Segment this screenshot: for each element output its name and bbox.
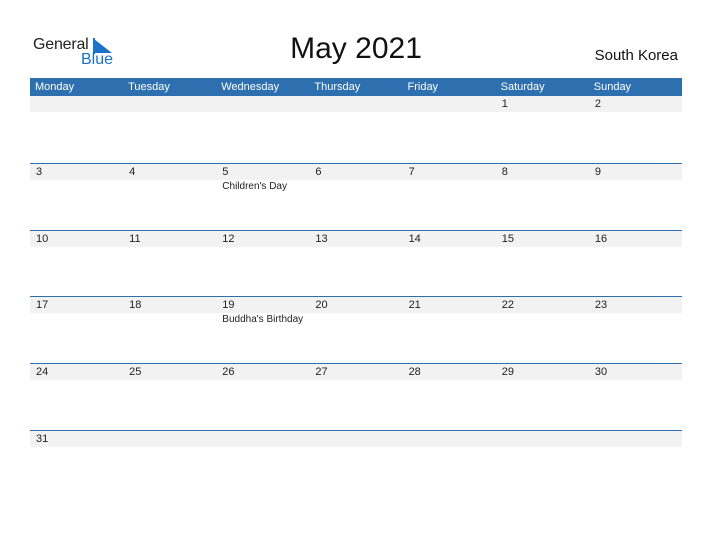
- day-cell: 11: [123, 231, 216, 298]
- day-cell: 1: [496, 96, 589, 163]
- day-number: 10: [36, 233, 49, 245]
- day-number: 12: [222, 233, 235, 245]
- day-number: 30: [594, 366, 608, 378]
- day-cell: 5 Children's Day: [216, 164, 309, 231]
- day-cell: 24: [30, 364, 123, 431]
- day-cell: 10: [30, 231, 123, 298]
- day-cell: [403, 96, 496, 163]
- day-cell: [403, 431, 496, 498]
- day-number: 2: [594, 98, 601, 110]
- day-number: 17: [36, 299, 49, 311]
- day-cell: [496, 431, 589, 498]
- day-cell: 21: [403, 297, 496, 364]
- weekday-sunday: Sunday: [593, 81, 632, 93]
- day-cell: 8: [496, 164, 589, 231]
- day-cell: 31: [30, 431, 123, 498]
- country-label: South Korea: [594, 47, 678, 64]
- day-number: 3: [36, 166, 43, 178]
- weekday-header: Monday Tuesday Wednesday Thursday Friday…: [30, 78, 682, 96]
- day-number: 25: [129, 366, 142, 378]
- day-number: 16: [594, 233, 608, 245]
- day-cell: [216, 431, 309, 498]
- day-cell: 9: [589, 164, 682, 231]
- week-row: 10 11 12 13 14 15 16: [30, 230, 682, 298]
- week-row: 17 18 19 Buddha's Birthday 20 21 22 23: [30, 296, 682, 364]
- day-cell: [309, 96, 402, 163]
- day-cell: 25: [123, 364, 216, 431]
- day-number: 22: [501, 299, 514, 311]
- day-number: 24: [36, 366, 49, 378]
- day-number: 20: [315, 299, 328, 311]
- day-number: 5: [222, 166, 229, 178]
- day-number: 29: [501, 366, 514, 378]
- day-number: 4: [129, 166, 136, 178]
- day-number: 6: [315, 166, 322, 178]
- day-cell: 6: [309, 164, 402, 231]
- day-cell: 20: [309, 297, 402, 364]
- day-number: 9: [594, 166, 601, 178]
- day-cell: 4: [123, 164, 216, 231]
- weekday-saturday: Saturday: [500, 81, 545, 93]
- day-cell: [216, 96, 309, 163]
- day-cell: 23: [589, 297, 682, 364]
- day-number: 7: [408, 166, 415, 178]
- day-number: 8: [501, 166, 508, 178]
- day-cell: 12: [216, 231, 309, 298]
- day-number: 1: [501, 98, 508, 110]
- day-cell: 17: [30, 297, 123, 364]
- day-number: 11: [129, 233, 141, 245]
- day-cell: 27: [309, 364, 402, 431]
- day-number: 21: [408, 299, 421, 311]
- week-row: 24 25 26 27 28 29 30: [30, 363, 682, 431]
- day-cell: 15: [496, 231, 589, 298]
- day-number: 28: [408, 366, 421, 378]
- day-number: 19: [222, 299, 235, 311]
- day-cell: 18: [123, 297, 216, 364]
- day-cell: 19 Buddha's Birthday: [216, 297, 309, 364]
- weekday-thursday: Thursday: [314, 81, 361, 93]
- day-cell: [123, 431, 216, 498]
- weekday-wednesday: Wednesday: [221, 81, 280, 93]
- day-cell: 7: [403, 164, 496, 231]
- day-number: 27: [315, 366, 328, 378]
- day-cell: 30: [589, 364, 682, 431]
- day-cell: 28: [403, 364, 496, 431]
- day-number: 14: [408, 233, 421, 245]
- weekday-friday: Friday: [407, 81, 439, 93]
- day-cell: 2: [589, 96, 682, 163]
- day-cell: [589, 431, 682, 498]
- week-row: 3 4 5 Children's Day 6 7 8 9: [30, 163, 682, 231]
- weekday-monday: Monday: [35, 81, 75, 93]
- day-cell: [309, 431, 402, 498]
- day-cell: 16: [589, 231, 682, 298]
- day-cell: 29: [496, 364, 589, 431]
- day-number: 23: [594, 299, 608, 311]
- week-row: 31: [30, 430, 682, 498]
- day-cell: 22: [496, 297, 589, 364]
- day-cell: 14: [403, 231, 496, 298]
- day-number: 13: [315, 233, 328, 245]
- day-cell: 13: [309, 231, 402, 298]
- week-row: 12: [30, 96, 682, 163]
- day-cell: 3: [30, 164, 123, 231]
- day-cell: [123, 96, 216, 163]
- day-cell: 26: [216, 364, 309, 431]
- holiday-label: Children's Day: [222, 181, 287, 192]
- day-number: 15: [501, 233, 514, 245]
- weekday-tuesday: Tuesday: [128, 81, 170, 93]
- holiday-label: Buddha's Birthday: [222, 314, 304, 325]
- day-number: 18: [129, 299, 142, 311]
- day-number: 31: [36, 433, 49, 445]
- day-cell: [30, 96, 123, 163]
- day-number: 26: [222, 366, 235, 378]
